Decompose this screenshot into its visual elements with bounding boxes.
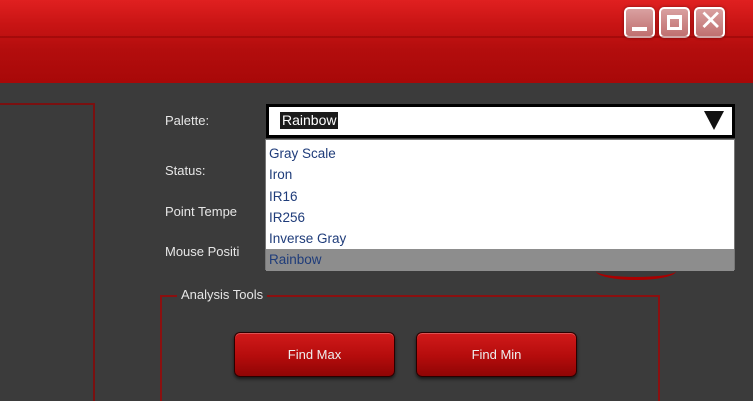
palette-option-ir16[interactable]: IR16 [266, 186, 734, 207]
mouse-position-label: Mouse Positi [165, 244, 240, 259]
analysis-tools-title: Analysis Tools [177, 287, 268, 302]
palette-select[interactable]: Rainbow [266, 104, 735, 138]
palette-option-iron[interactable]: Iron [266, 164, 734, 185]
minimize-icon [632, 27, 647, 31]
palette-option-inverse-gray[interactable]: Inverse Gray [266, 228, 734, 249]
image-view-frame [0, 103, 95, 401]
find-max-button[interactable]: Find Max [234, 332, 395, 377]
maximize-icon [667, 15, 682, 30]
find-min-button[interactable]: Find Min [416, 332, 577, 377]
palette-select-field[interactable]: Rainbow [269, 107, 732, 135]
close-button[interactable]: ✕ [694, 7, 725, 38]
minimize-button[interactable] [624, 7, 655, 38]
title-bar: ✕ [0, 0, 753, 83]
palette-selected-value: Rainbow [280, 112, 339, 129]
dropdown-arrow-icon[interactable] [704, 111, 724, 130]
palette-option-gray-scale[interactable]: Gray Scale [266, 143, 734, 164]
maximize-button[interactable] [659, 7, 690, 38]
palette-option-ir256[interactable]: IR256 [266, 207, 734, 228]
point-temperature-label: Point Tempe [165, 204, 238, 219]
status-label: Status: [165, 163, 206, 178]
palette-label: Palette: [165, 113, 210, 128]
palette-option-rainbow[interactable]: Rainbow [266, 249, 734, 271]
palette-dropdown-list: Gray Scale Iron IR16 IR256 Inverse Gray … [265, 139, 735, 271]
close-icon: ✕ [699, 4, 723, 37]
